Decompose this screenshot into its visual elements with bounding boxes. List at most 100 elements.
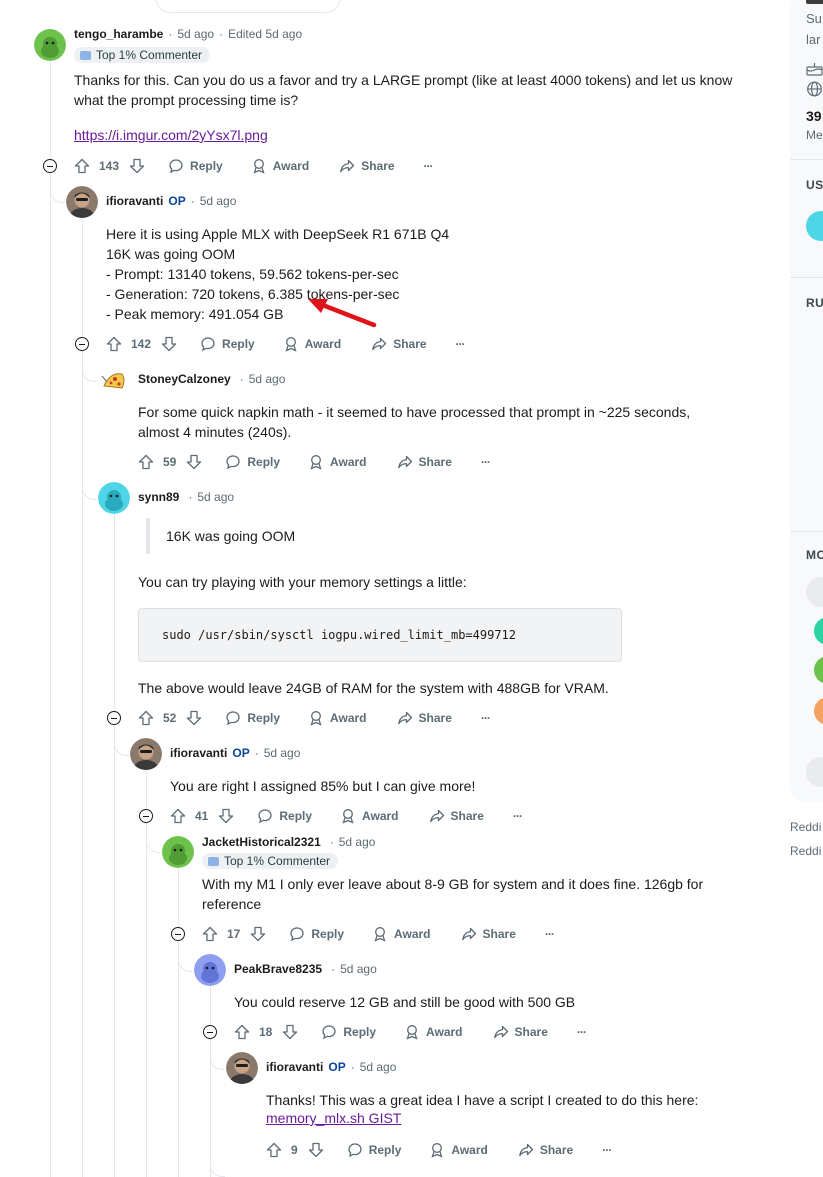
upvote-button[interactable] xyxy=(138,454,154,470)
share-icon xyxy=(429,809,444,823)
footer-link[interactable]: Reddi xyxy=(790,844,821,858)
avatar[interactable] xyxy=(194,954,226,986)
comment-body: For some quick napkin math - it seemed t… xyxy=(138,402,690,442)
comment-actions: 59 Reply Award Share ··· xyxy=(138,450,491,474)
downvote-button[interactable] xyxy=(308,1142,324,1158)
username[interactable]: tengo_harambe xyxy=(74,27,163,41)
upvote-button[interactable] xyxy=(266,1142,282,1158)
share-button[interactable]: Share xyxy=(461,926,516,942)
avatar[interactable] xyxy=(98,482,130,514)
username[interactable]: JacketHistorical2321 xyxy=(202,835,321,849)
avatar[interactable] xyxy=(34,29,66,61)
avatar[interactable] xyxy=(130,738,162,770)
share-button[interactable]: Share xyxy=(339,158,395,174)
more-options-button[interactable]: ··· xyxy=(481,455,491,469)
share-button[interactable]: Share xyxy=(371,336,427,352)
award-button[interactable]: Award xyxy=(308,710,367,726)
downvote-button[interactable] xyxy=(250,926,266,942)
downvote-button[interactable] xyxy=(129,158,145,174)
award-button[interactable]: Award xyxy=(308,454,367,470)
thread-line[interactable] xyxy=(210,986,211,1177)
share-button[interactable]: Share xyxy=(429,808,484,824)
timestamp[interactable]: 5d ago xyxy=(200,194,237,208)
footer-link[interactable]: Reddi xyxy=(790,820,821,834)
comment-body: You could reserve 12 GB and still be goo… xyxy=(234,992,575,1012)
award-button[interactable]: Award xyxy=(404,1024,463,1040)
award-button[interactable]: Award xyxy=(372,926,431,942)
avatar[interactable] xyxy=(162,836,194,868)
more-options-button[interactable]: ··· xyxy=(513,809,523,823)
timestamp[interactable]: 5d ago xyxy=(340,962,377,976)
timestamp[interactable]: 5d ago xyxy=(197,490,234,504)
username[interactable]: synn89 xyxy=(138,490,179,504)
downvote-button[interactable] xyxy=(186,454,202,470)
award-button[interactable]: Award xyxy=(251,158,309,174)
comment-text: Thanks for this. Can you do us a favor a… xyxy=(74,72,733,88)
award-button[interactable]: Award xyxy=(340,808,399,824)
share-button[interactable]: Share xyxy=(493,1024,548,1040)
collapse-button[interactable] xyxy=(139,809,153,823)
comment-link[interactable]: memory_mlx.sh GIST xyxy=(266,1110,401,1126)
username[interactable]: ifioravanti xyxy=(266,1060,323,1074)
reply-button[interactable]: Reply xyxy=(200,336,255,352)
more-options-button[interactable]: ··· xyxy=(602,1143,612,1157)
collapse-button[interactable] xyxy=(43,159,57,173)
username[interactable]: PeakBrave8235 xyxy=(234,962,322,976)
reply-button[interactable]: Reply xyxy=(347,1142,401,1158)
avatar[interactable] xyxy=(98,364,130,396)
thread-line[interactable] xyxy=(146,770,147,1177)
thread-line[interactable] xyxy=(178,868,179,1177)
reply-icon xyxy=(169,159,183,174)
more-options-button[interactable]: ··· xyxy=(545,927,555,941)
timestamp[interactable]: 5d ago xyxy=(264,746,301,760)
reply-button[interactable]: Reply xyxy=(321,1024,376,1040)
separator: · xyxy=(331,962,336,976)
username[interactable]: StoneyCalzoney xyxy=(138,372,231,386)
avatar[interactable] xyxy=(226,1052,258,1084)
reply-icon xyxy=(290,927,305,942)
username[interactable]: ifioravanti xyxy=(106,194,163,208)
timestamp[interactable]: 5d ago xyxy=(360,1060,397,1074)
thread-line[interactable] xyxy=(114,514,115,1177)
thread-line[interactable] xyxy=(82,217,83,1177)
timestamp[interactable]: 5d ago xyxy=(177,27,214,41)
more-options-button[interactable]: ··· xyxy=(481,711,491,725)
reply-button[interactable]: Reply xyxy=(225,454,280,470)
collapse-button[interactable] xyxy=(75,337,89,351)
share-button[interactable]: Share xyxy=(518,1142,573,1158)
share-icon xyxy=(397,711,412,725)
upvote-button[interactable] xyxy=(202,926,218,942)
reply-icon xyxy=(226,711,241,726)
award-button[interactable]: Award xyxy=(429,1142,488,1158)
downvote-button[interactable] xyxy=(161,336,177,352)
reply-button[interactable]: Reply xyxy=(168,158,223,174)
upvote-button[interactable] xyxy=(234,1024,250,1040)
share-button[interactable]: Share xyxy=(397,454,452,470)
share-button[interactable]: Share xyxy=(397,710,452,726)
more-options-button[interactable]: ··· xyxy=(424,159,434,173)
upvote-button[interactable] xyxy=(138,710,154,726)
upvote-button[interactable] xyxy=(106,336,122,352)
downvote-button[interactable] xyxy=(282,1024,298,1040)
reply-button[interactable]: Reply xyxy=(289,926,344,942)
reply-icon xyxy=(322,1025,337,1040)
more-options-button[interactable]: ··· xyxy=(456,337,466,351)
reply-button[interactable]: Reply xyxy=(225,710,280,726)
timestamp[interactable]: 5d ago xyxy=(249,372,286,386)
downvote-button[interactable] xyxy=(218,808,234,824)
vote-count: 142 xyxy=(131,337,152,351)
collapse-button[interactable] xyxy=(107,711,121,725)
downvote-button[interactable] xyxy=(186,710,202,726)
username[interactable]: ifioravanti xyxy=(170,746,227,760)
timestamp[interactable]: 5d ago xyxy=(339,835,376,849)
thread-line[interactable] xyxy=(50,60,51,1177)
reply-button[interactable]: Reply xyxy=(257,808,312,824)
avatar[interactable] xyxy=(66,186,98,218)
award-button[interactable]: Award xyxy=(283,336,341,352)
collapse-button[interactable] xyxy=(203,1025,217,1039)
upvote-button[interactable] xyxy=(74,158,90,174)
comment-link[interactable]: https://i.imgur.com/2yYsx7l.png xyxy=(74,127,268,143)
upvote-button[interactable] xyxy=(170,808,186,824)
collapse-button[interactable] xyxy=(171,927,185,941)
more-options-button[interactable]: ··· xyxy=(577,1025,587,1039)
